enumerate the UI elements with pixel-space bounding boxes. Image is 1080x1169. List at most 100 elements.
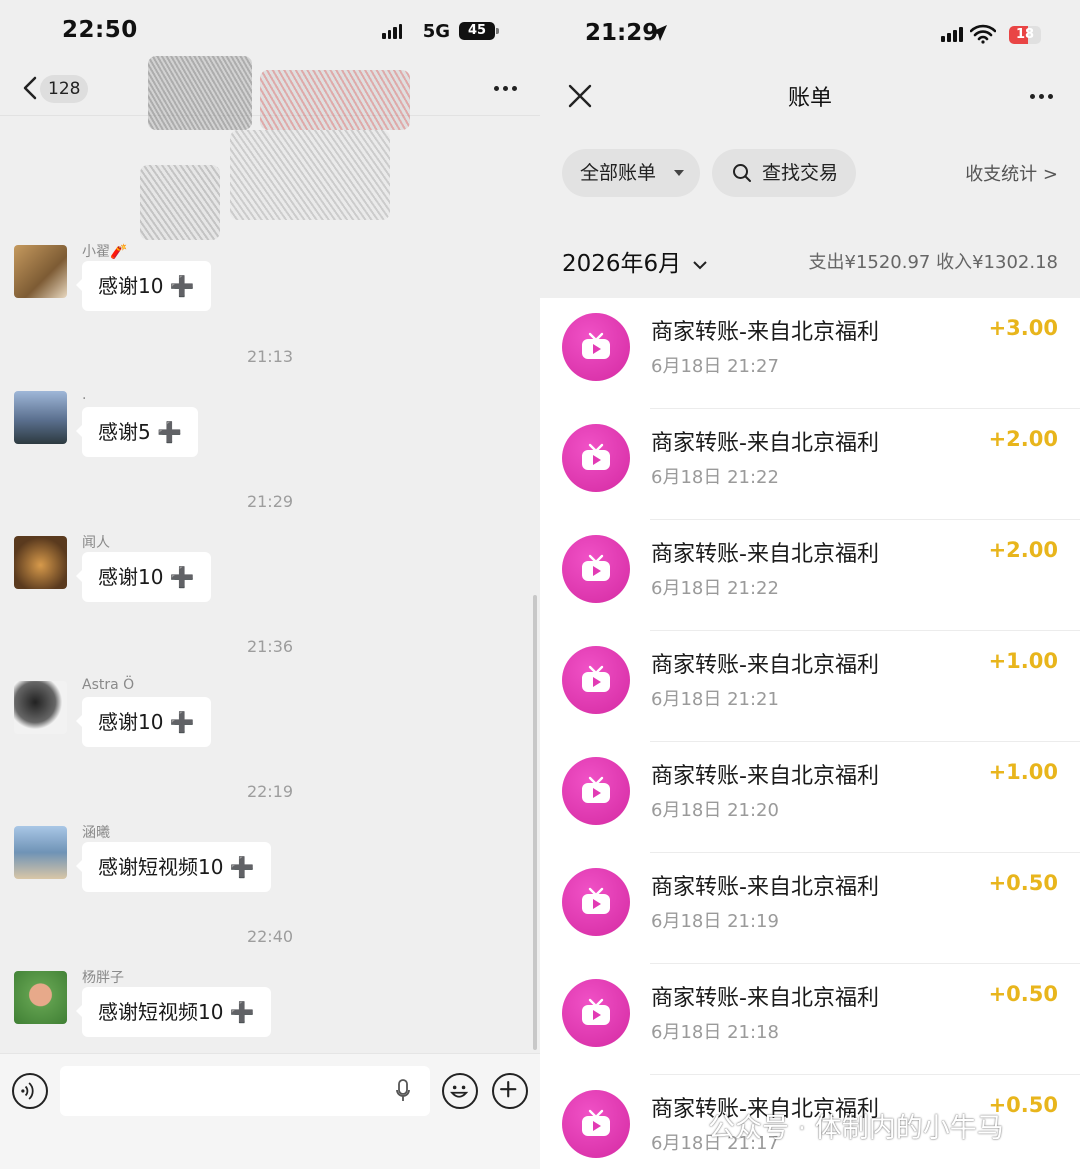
transaction-title: 商家转账-来自北京福利 (651, 875, 879, 900)
scrollbar[interactable] (533, 595, 537, 1050)
message-bubble[interactable]: 感谢短视频10 ➕ (76, 987, 271, 1037)
merchant-tv-icon (562, 868, 630, 936)
transaction-amount: +1.00 (988, 760, 1058, 784)
merchant-tv-icon (562, 535, 630, 603)
filter-label: 全部账单 (580, 162, 657, 184)
transaction-row[interactable]: 商家转账-来自北京福利 6月18日 21:19 +0.50 (540, 853, 1080, 964)
bills-header: 21:29 18 账单 全部账单 查找交易 收支统计 > 2026年6月 支出¥… (540, 0, 1080, 298)
status-time: 22:50 (62, 17, 138, 43)
transaction-row[interactable]: 商家转账-来自北京福利 6月18日 21:22 +2.00 (540, 520, 1080, 631)
avatar[interactable] (14, 971, 67, 1024)
chat-timestamp: 21:13 (246, 347, 294, 366)
location-arrow-icon (651, 25, 667, 41)
transaction-date: 6月18日 21:19 (651, 911, 779, 932)
transaction-row[interactable]: 商家转账-来自北京福利 6月18日 21:22 +2.00 (540, 409, 1080, 520)
avatar[interactable] (14, 681, 67, 734)
unread-count-badge[interactable]: 128 (40, 75, 89, 103)
mic-icon[interactable] (396, 1079, 410, 1103)
transaction-date: 6月18日 21:20 (651, 800, 779, 821)
signal-icon (382, 24, 402, 39)
chat-timestamp: 22:40 (246, 927, 294, 946)
search-transactions-button[interactable]: 查找交易 (712, 149, 857, 197)
stats-link[interactable]: 收支统计 > (965, 160, 1058, 186)
network-label: 5G (422, 21, 450, 42)
transaction-date: 6月18日 21:21 (651, 689, 779, 710)
chevron-down-icon (693, 261, 708, 270)
more-icon[interactable] (1030, 94, 1053, 99)
redaction-scribble (230, 130, 390, 220)
transaction-title: 商家转账-来自北京福利 (651, 764, 879, 789)
add-icon[interactable] (492, 1073, 528, 1109)
sender-name: 杨胖子 (82, 970, 124, 986)
transaction-row[interactable]: 商家转账-来自北京福利 6月18日 21:21 +1.00 (540, 631, 1080, 742)
chat-message: 小翟🧨 感谢10 ➕ (14, 244, 514, 325)
voice-icon[interactable] (12, 1073, 48, 1109)
transaction-amount: +2.00 (988, 427, 1058, 451)
merchant-tv-icon (562, 1090, 630, 1158)
chat-timestamp: 21:36 (246, 637, 294, 656)
message-bubble[interactable]: 感谢短视频10 ➕ (76, 842, 271, 892)
watermark: 公众号 · 体制内的小牛马 (708, 1113, 1004, 1144)
message-input[interactable] (60, 1066, 430, 1116)
sender-name: 涵曦 (82, 825, 110, 841)
avatar[interactable] (14, 826, 67, 879)
message-bubble[interactable]: 感谢10 ➕ (76, 552, 211, 602)
sender-name: 闻人 (82, 535, 110, 551)
all-bills-filter[interactable]: 全部账单 (562, 149, 701, 197)
chat-message: 涵曦 感谢短视频10 ➕ (14, 825, 514, 906)
chat-timestamp: 21:29 (246, 492, 294, 511)
avatar[interactable] (14, 391, 67, 444)
chat-screen: 22:50 5G 45 128 小翟🧨 感谢10 ➕ 21:13 . 感谢5 ➕… (0, 0, 540, 1169)
transaction-date: 6月18日 21:27 (651, 356, 779, 377)
search-label: 查找交易 (762, 162, 839, 184)
more-icon[interactable] (494, 86, 517, 91)
redaction-scribble (260, 70, 410, 130)
chat-message: 闻人 感谢10 ➕ (14, 535, 514, 616)
battery-icon: 18 (1009, 26, 1041, 44)
transaction-date: 6月18日 21:22 (651, 467, 779, 488)
transaction-row[interactable]: 商家转账-来自北京福利 6月18日 21:20 +1.00 (540, 742, 1080, 853)
status-time: 21:29 (585, 20, 659, 46)
transaction-row[interactable]: 商家转账-来自北京福利 6月18日 21:27 +3.00 (540, 298, 1080, 409)
bills-screen: 21:29 18 账单 全部账单 查找交易 收支统计 > 2026年6月 支出¥… (540, 0, 1080, 1169)
transaction-row[interactable]: 商家转账-来自北京福利 6月18日 21:18 +0.50 (540, 964, 1080, 1075)
transaction-title: 商家转账-来自北京福利 (651, 320, 879, 345)
transaction-title: 商家转账-来自北京福利 (651, 986, 879, 1011)
wifi-icon (970, 24, 996, 44)
sender-name: Astra Ö (82, 677, 135, 693)
avatar[interactable] (14, 536, 67, 589)
avatar[interactable] (14, 245, 67, 298)
transaction-title: 商家转账-来自北京福利 (651, 542, 879, 567)
redaction-scribble (140, 165, 220, 240)
chat-message: . 感谢5 ➕ (14, 387, 514, 471)
transaction-title: 商家转账-来自北京福利 (651, 653, 879, 678)
message-bubble[interactable]: 感谢10 ➕ (76, 261, 211, 311)
search-icon (733, 164, 751, 182)
status-bar: 22:50 5G 45 (0, 0, 540, 60)
chat-input-bar (0, 1053, 540, 1169)
chat-message: Astra Ö 感谢10 ➕ (14, 677, 514, 761)
transaction-amount: +0.50 (988, 982, 1058, 1006)
transaction-amount: +3.00 (988, 316, 1058, 340)
emoji-icon[interactable] (442, 1073, 478, 1109)
message-bubble[interactable]: 感谢10 ➕ (76, 697, 211, 747)
merchant-tv-icon (562, 757, 630, 825)
transaction-list: 商家转账-来自北京福利 6月18日 21:27 +3.00 商家转账-来自北京福… (540, 298, 1080, 1169)
transaction-amount: +2.00 (988, 538, 1058, 562)
page-title: 账单 (787, 86, 832, 111)
merchant-tv-icon (562, 424, 630, 492)
month-summary: 支出¥1520.97 收入¥1302.18 (808, 252, 1059, 273)
chat-message: 杨胖子 感谢短视频10 ➕ (14, 970, 514, 1051)
sender-name: . (82, 387, 87, 403)
transaction-date: 6月18日 21:18 (651, 1022, 779, 1043)
message-bubble[interactable]: 感谢5 ➕ (76, 407, 198, 457)
sender-name: 小翟🧨 (82, 244, 128, 260)
merchant-tv-icon (562, 979, 630, 1047)
month-selector[interactable]: 2026年6月 (562, 244, 708, 278)
chat-timestamp: 22:19 (246, 782, 294, 801)
transaction-title: 商家转账-来自北京福利 (651, 431, 879, 456)
merchant-tv-icon (562, 313, 630, 381)
redaction-scribble (148, 56, 252, 130)
transaction-amount: +0.50 (988, 871, 1058, 895)
transaction-amount: +1.00 (988, 649, 1058, 673)
